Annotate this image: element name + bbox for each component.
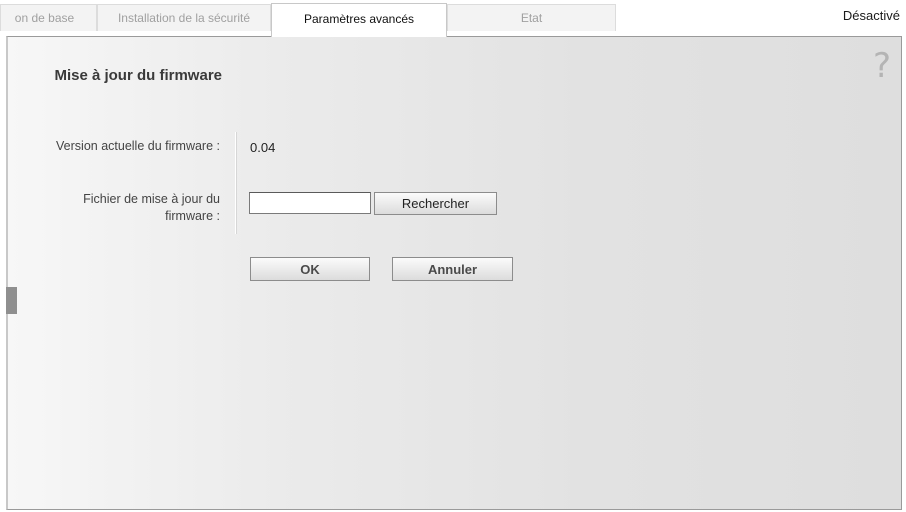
tab-security-setup[interactable]: Installation de la sécurité xyxy=(97,4,271,31)
firmware-update-panel: ? Mise à jour du firmware Version actuel… xyxy=(6,36,902,510)
status-indicator: Désactivé xyxy=(842,8,900,23)
update-file-label: Fichier de mise à jour du firmware : xyxy=(83,192,220,223)
label-divider xyxy=(235,132,236,234)
help-icon[interactable]: ? xyxy=(873,49,891,83)
update-file-input[interactable] xyxy=(249,192,371,214)
tab-basic-setup[interactable]: on de base xyxy=(0,4,97,31)
browse-button[interactable]: Rechercher xyxy=(374,192,497,215)
ok-button[interactable]: OK xyxy=(250,257,370,281)
cancel-button[interactable]: Annuler xyxy=(392,257,513,281)
current-version-value: 0.04 xyxy=(250,140,276,155)
tab-status[interactable]: Etat xyxy=(447,4,616,31)
current-version-label: Version actuelle du firmware : xyxy=(56,139,220,153)
side-scroll-marker xyxy=(6,287,17,314)
tab-advanced-settings[interactable]: Paramètres avancés xyxy=(271,3,447,37)
section-title: Mise à jour du firmware xyxy=(54,67,222,84)
tab-bar: on de base Installation de la sécurité P… xyxy=(0,0,906,37)
